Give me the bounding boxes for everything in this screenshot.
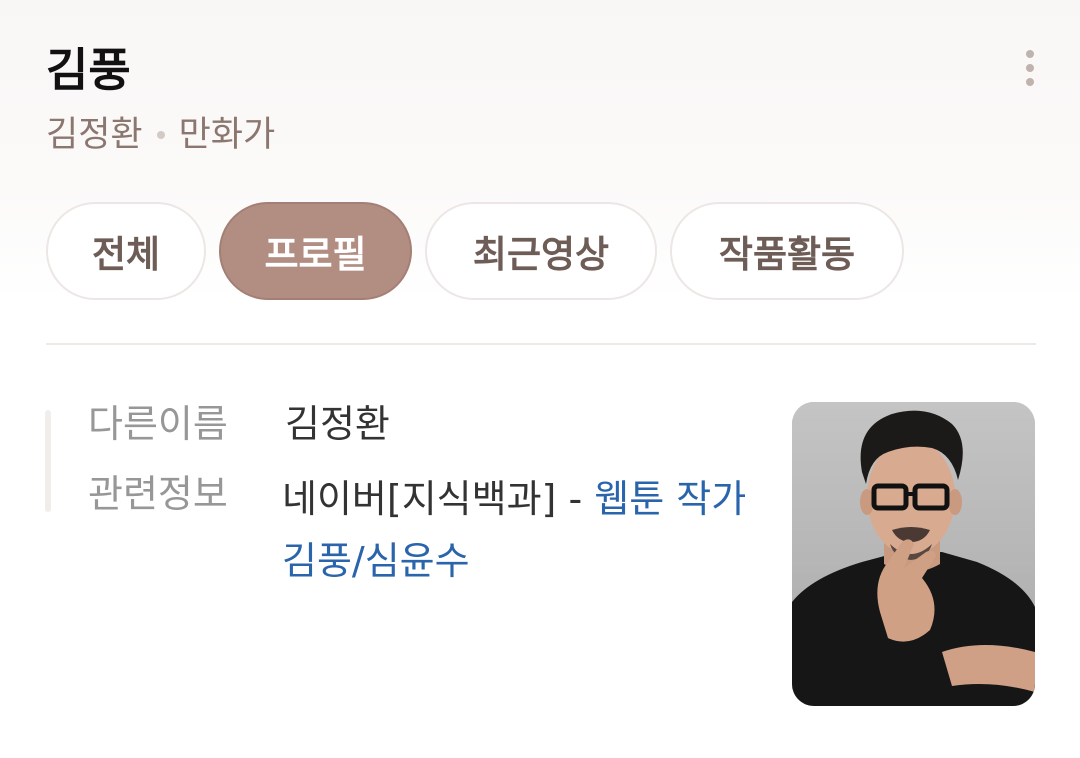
related-separator: - bbox=[556, 477, 595, 521]
profile-photo-illustration bbox=[792, 402, 1035, 706]
profile-occupation: 만화가 bbox=[178, 115, 276, 155]
separator-dot bbox=[156, 131, 165, 139]
more-options-button[interactable] bbox=[1010, 44, 1050, 92]
section-divider bbox=[46, 343, 1036, 345]
tab-recent-videos[interactable]: 최근영상 bbox=[425, 202, 657, 300]
other-name-label: 다른이름 bbox=[88, 402, 228, 446]
info-left-bar bbox=[45, 410, 51, 512]
tab-profile[interactable]: 프로필 bbox=[219, 202, 412, 300]
other-name-value: 김정환 bbox=[285, 402, 390, 446]
related-info-value: 네이버[지식백과] - 웹툰 작가 김풍/심윤수 bbox=[282, 468, 752, 592]
tab-works[interactable]: 작품활동 bbox=[670, 202, 904, 300]
tab-all[interactable]: 전체 bbox=[46, 202, 206, 300]
related-info-label: 관련정보 bbox=[88, 472, 228, 516]
profile-subtitle: 김정환 만화가 bbox=[46, 110, 275, 160]
profile-real-name: 김정환 bbox=[46, 115, 143, 155]
profile-name: 김풍 bbox=[46, 43, 131, 97]
profile-photo[interactable] bbox=[792, 402, 1035, 706]
related-source: 네이버[지식백과] bbox=[282, 477, 557, 521]
more-vertical-icon bbox=[1026, 50, 1034, 58]
